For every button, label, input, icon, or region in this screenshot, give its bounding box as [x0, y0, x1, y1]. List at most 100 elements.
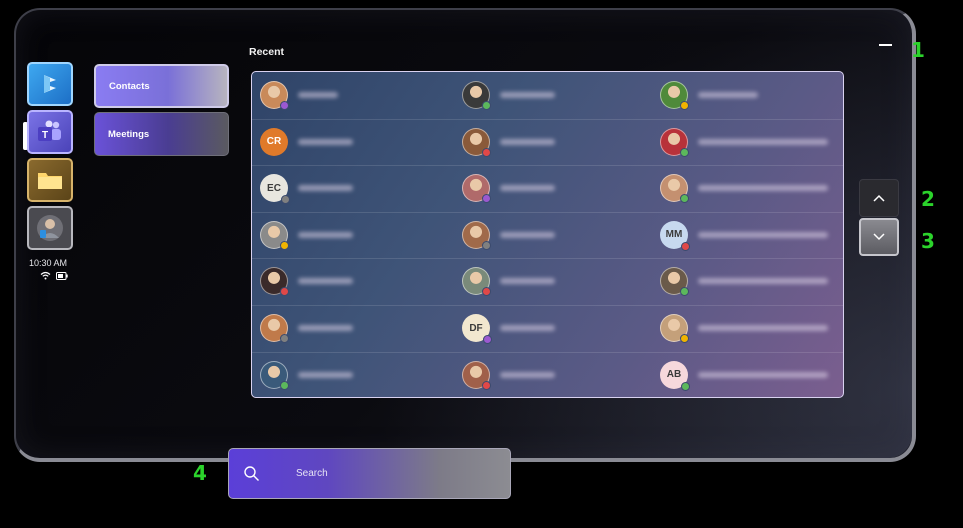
- battery-icon: [56, 271, 68, 280]
- scroll-down-button[interactable]: [859, 218, 899, 256]
- annotation-3: 3: [921, 229, 935, 253]
- contact-item[interactable]: [660, 127, 828, 157]
- presence-status-icon: [681, 381, 690, 391]
- presence-status-icon: [680, 101, 689, 110]
- presence-status-icon: [482, 287, 491, 297]
- contact-name-redacted: [298, 231, 353, 238]
- contact-avatar: [462, 267, 491, 297]
- presence-status-icon: [482, 101, 491, 110]
- contact-item[interactable]: [660, 314, 828, 343]
- contact-item[interactable]: [260, 81, 338, 110]
- presence-status-icon: [280, 101, 289, 110]
- presence-status-icon: [280, 380, 289, 390]
- presence-status-icon: [482, 380, 491, 390]
- contact-avatar: [660, 81, 689, 110]
- contact-name-redacted: [500, 92, 555, 98]
- presence-status-icon: [680, 334, 689, 343]
- contact-item[interactable]: [260, 314, 353, 343]
- annotation-1: 1: [911, 38, 925, 62]
- contact-avatar: [462, 174, 491, 204]
- search-icon: [243, 465, 261, 488]
- meetings-tab[interactable]: Meetings: [94, 112, 229, 156]
- presence-status-icon: [280, 287, 289, 297]
- contact-item[interactable]: [462, 220, 555, 250]
- contact-name-redacted: [298, 371, 353, 378]
- contact-avatar: [660, 127, 689, 157]
- contact-item[interactable]: [660, 174, 828, 204]
- row-divider: [252, 305, 843, 306]
- folder-icon: [38, 173, 62, 189]
- contact-item[interactable]: AB: [660, 360, 828, 391]
- row-divider: [252, 258, 843, 260]
- app-tile-teams[interactable]: T: [27, 110, 73, 154]
- dynamics-icon: [44, 75, 56, 93]
- contact-avatar: CR: [260, 127, 288, 156]
- contact-name-redacted: [298, 138, 353, 145]
- contact-name-redacted: [500, 185, 555, 192]
- contact-name-redacted: [698, 371, 828, 378]
- contact-name-redacted: [500, 325, 555, 331]
- contact-name-redacted: [698, 278, 828, 285]
- contact-item[interactable]: [660, 267, 828, 297]
- contact-item[interactable]: [462, 81, 555, 110]
- annotation-2: 2: [921, 187, 935, 211]
- contact-name-redacted: [698, 185, 828, 192]
- contact-avatar: MM: [660, 220, 690, 251]
- presence-status-icon: [680, 194, 689, 204]
- row-divider: [252, 165, 843, 167]
- contact-name-redacted: [500, 231, 555, 238]
- recent-heading: Recent: [249, 46, 285, 58]
- contact-name-redacted: [698, 138, 828, 145]
- row-divider: [252, 211, 843, 213]
- contact-item[interactable]: [462, 360, 555, 390]
- app-tile-files[interactable]: [27, 158, 73, 202]
- contact-item[interactable]: [260, 220, 353, 250]
- contact-avatar: [260, 360, 289, 390]
- contact-item[interactable]: EC: [260, 174, 353, 205]
- contact-name-redacted: [500, 278, 555, 285]
- contact-item[interactable]: DF: [462, 314, 555, 344]
- chevron-up-icon: [873, 194, 885, 202]
- presence-status-icon: [482, 194, 491, 204]
- status-icons: [40, 271, 68, 280]
- contact-avatar: [260, 81, 289, 110]
- contact-item[interactable]: [660, 81, 758, 110]
- contact-name-redacted: [298, 92, 338, 98]
- svg-text:T: T: [42, 130, 48, 141]
- contact-item[interactable]: [260, 360, 353, 390]
- contact-name-redacted: [698, 231, 828, 238]
- annotation-4: 4: [193, 461, 207, 485]
- contact-name-redacted: [298, 185, 353, 192]
- contact-name-redacted: [698, 92, 758, 98]
- contact-item[interactable]: [462, 267, 555, 297]
- contact-avatar: [462, 360, 491, 390]
- contact-name-redacted: [698, 325, 828, 331]
- row-divider: [252, 118, 843, 120]
- contacts-tab[interactable]: Contacts: [94, 64, 229, 108]
- contact-item[interactable]: CR: [260, 127, 353, 156]
- presence-status-icon: [483, 335, 492, 344]
- app-tile-profile[interactable]: [27, 206, 73, 250]
- app-tile-dynamics[interactable]: [27, 62, 73, 106]
- contact-item[interactable]: [462, 127, 555, 157]
- contact-item[interactable]: MM: [660, 220, 828, 251]
- presence-status-icon: [482, 240, 491, 250]
- presence-status-icon: [681, 241, 690, 251]
- presence-status-icon: [280, 240, 289, 250]
- minimize-icon[interactable]: [879, 44, 892, 46]
- scroll-up-button[interactable]: [859, 179, 899, 217]
- search-input[interactable]: Search: [296, 468, 328, 479]
- contact-name-redacted: [500, 371, 555, 378]
- contact-item[interactable]: [462, 174, 555, 204]
- search-bar[interactable]: Search: [228, 448, 511, 499]
- presence-status-icon: [482, 147, 491, 157]
- contact-item[interactable]: [260, 267, 353, 297]
- contact-avatar: [260, 267, 289, 297]
- row-divider: [252, 351, 843, 353]
- contact-avatar: [660, 267, 689, 297]
- teams-icon: T: [38, 120, 61, 141]
- contact-avatar: [660, 314, 689, 343]
- wifi-icon: [40, 271, 51, 280]
- contact-avatar: [260, 220, 289, 250]
- recent-contacts-panel: CR EC MM DF AB: [251, 71, 844, 398]
